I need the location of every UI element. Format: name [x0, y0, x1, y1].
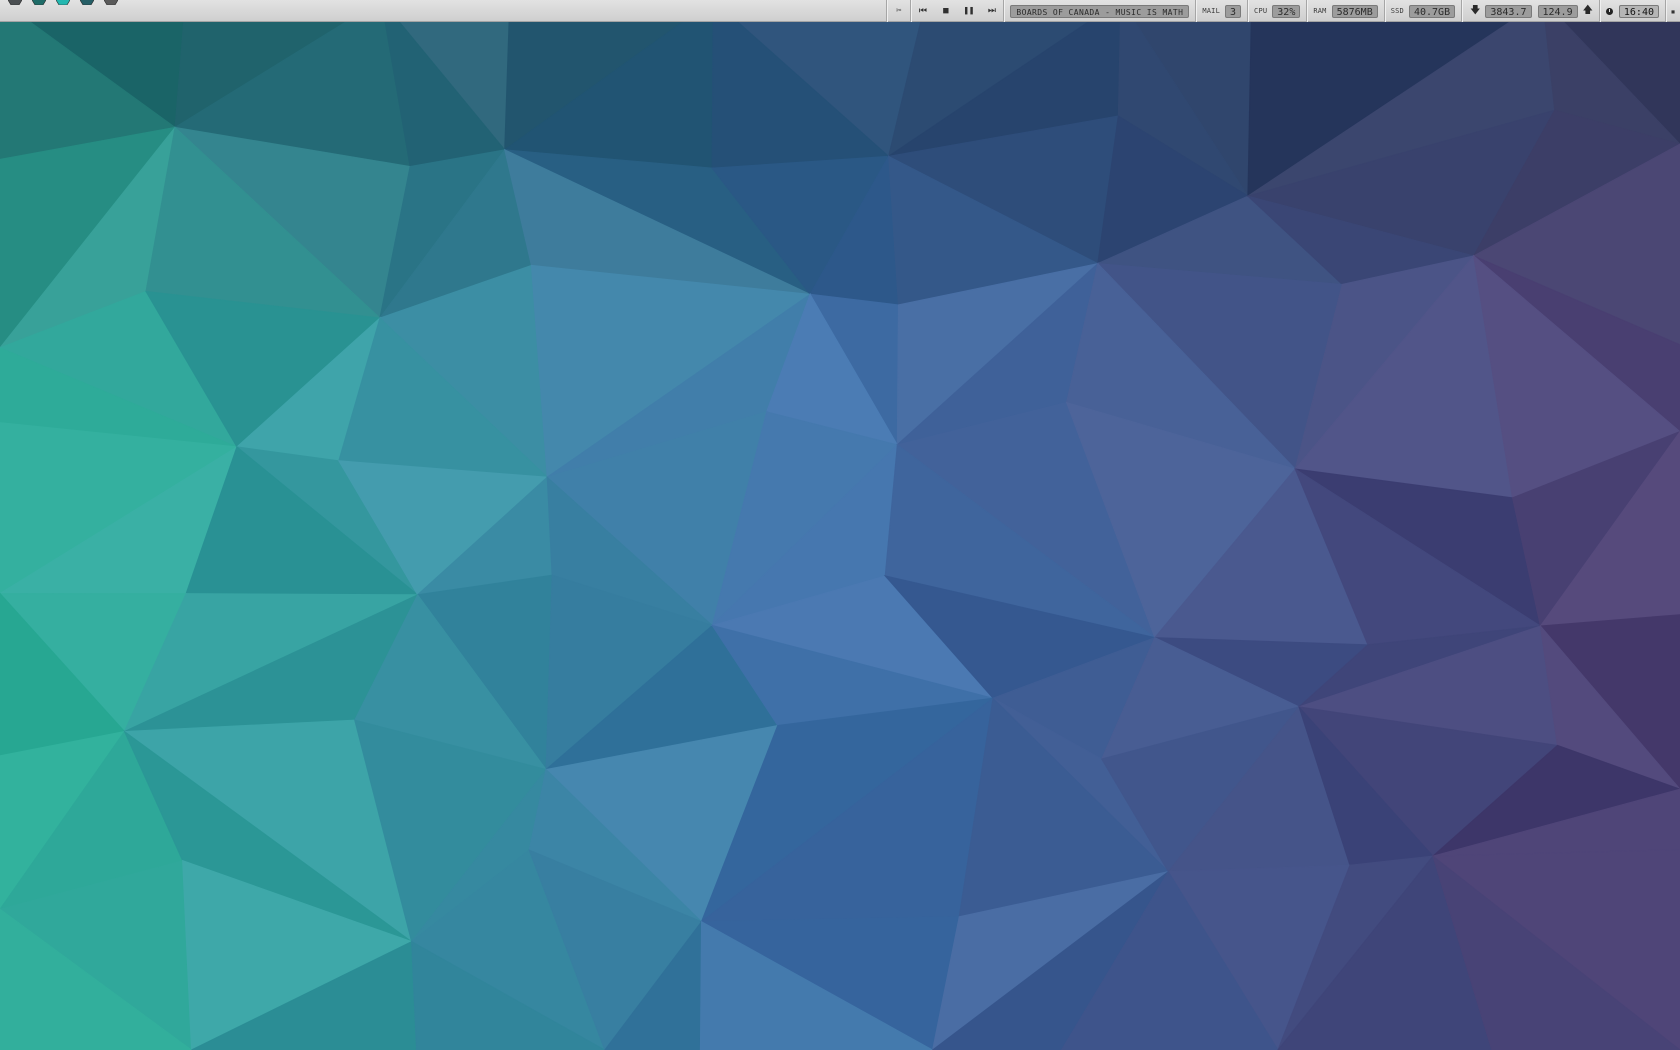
stop-button[interactable]: ■ [934, 0, 957, 22]
ssd-indicator: SSD 40.7GB [1385, 0, 1461, 22]
cpu-value: 32% [1272, 4, 1301, 18]
upload-arrow-icon: 🡅 [1582, 4, 1593, 16]
download-arrow-icon: 🡇 [1470, 4, 1481, 16]
cpu-indicator: CPU 32% [1248, 0, 1306, 22]
clock-widget[interactable]: 16:40 [1600, 0, 1665, 22]
ssd-label: SSD [1390, 7, 1404, 15]
desktop: ✂ ⏮ ■ ❚❚ ⏭ BOARDS OF CANADA - MUSIC IS M… [0, 0, 1680, 1050]
workspace-2[interactable] [32, 0, 46, 5]
clock-time: 16:40 [1618, 4, 1659, 18]
mail-label: MAIL [1202, 7, 1220, 15]
network-indicator: 🡇 3843.7 124.9 🡅 [1462, 0, 1599, 22]
scissors-icon[interactable]: ✂ [887, 0, 910, 22]
workspace-3[interactable] [56, 0, 70, 5]
status-area: ✂ ⏮ ■ ❚❚ ⏭ BOARDS OF CANADA - MUSIC IS M… [886, 0, 1680, 22]
previous-track-button[interactable]: ⏮ [911, 0, 934, 22]
download-rate: 3843.7 [1485, 4, 1532, 18]
tray-icon[interactable]: ▪ [1666, 0, 1680, 22]
ram-indicator: RAM 5876MB [1307, 0, 1383, 22]
mail-indicator[interactable]: MAIL 3 [1196, 0, 1247, 22]
now-playing[interactable]: BOARDS OF CANADA - MUSIC IS MATH [1004, 0, 1195, 22]
mail-count: 3 [1225, 4, 1242, 18]
ram-label: RAM [1313, 7, 1327, 15]
ssd-value: 40.7GB [1408, 4, 1456, 18]
workspace-5[interactable] [104, 0, 118, 5]
now-playing-title: BOARDS OF CANADA - MUSIC IS MATH [1010, 4, 1190, 18]
clock-icon [1605, 7, 1613, 15]
workspace-4[interactable] [80, 0, 94, 5]
workspace-1[interactable] [8, 0, 22, 5]
ram-value: 5876MB [1331, 4, 1378, 18]
wallpaper-lowpoly [0, 0, 1680, 1050]
cpu-label: CPU [1254, 7, 1268, 15]
top-panel: ✂ ⏮ ■ ❚❚ ⏭ BOARDS OF CANADA - MUSIC IS M… [0, 0, 1680, 22]
upload-rate: 124.9 [1537, 4, 1578, 18]
pause-button[interactable]: ❚❚ [957, 0, 980, 22]
next-track-button[interactable]: ⏭ [980, 0, 1003, 22]
